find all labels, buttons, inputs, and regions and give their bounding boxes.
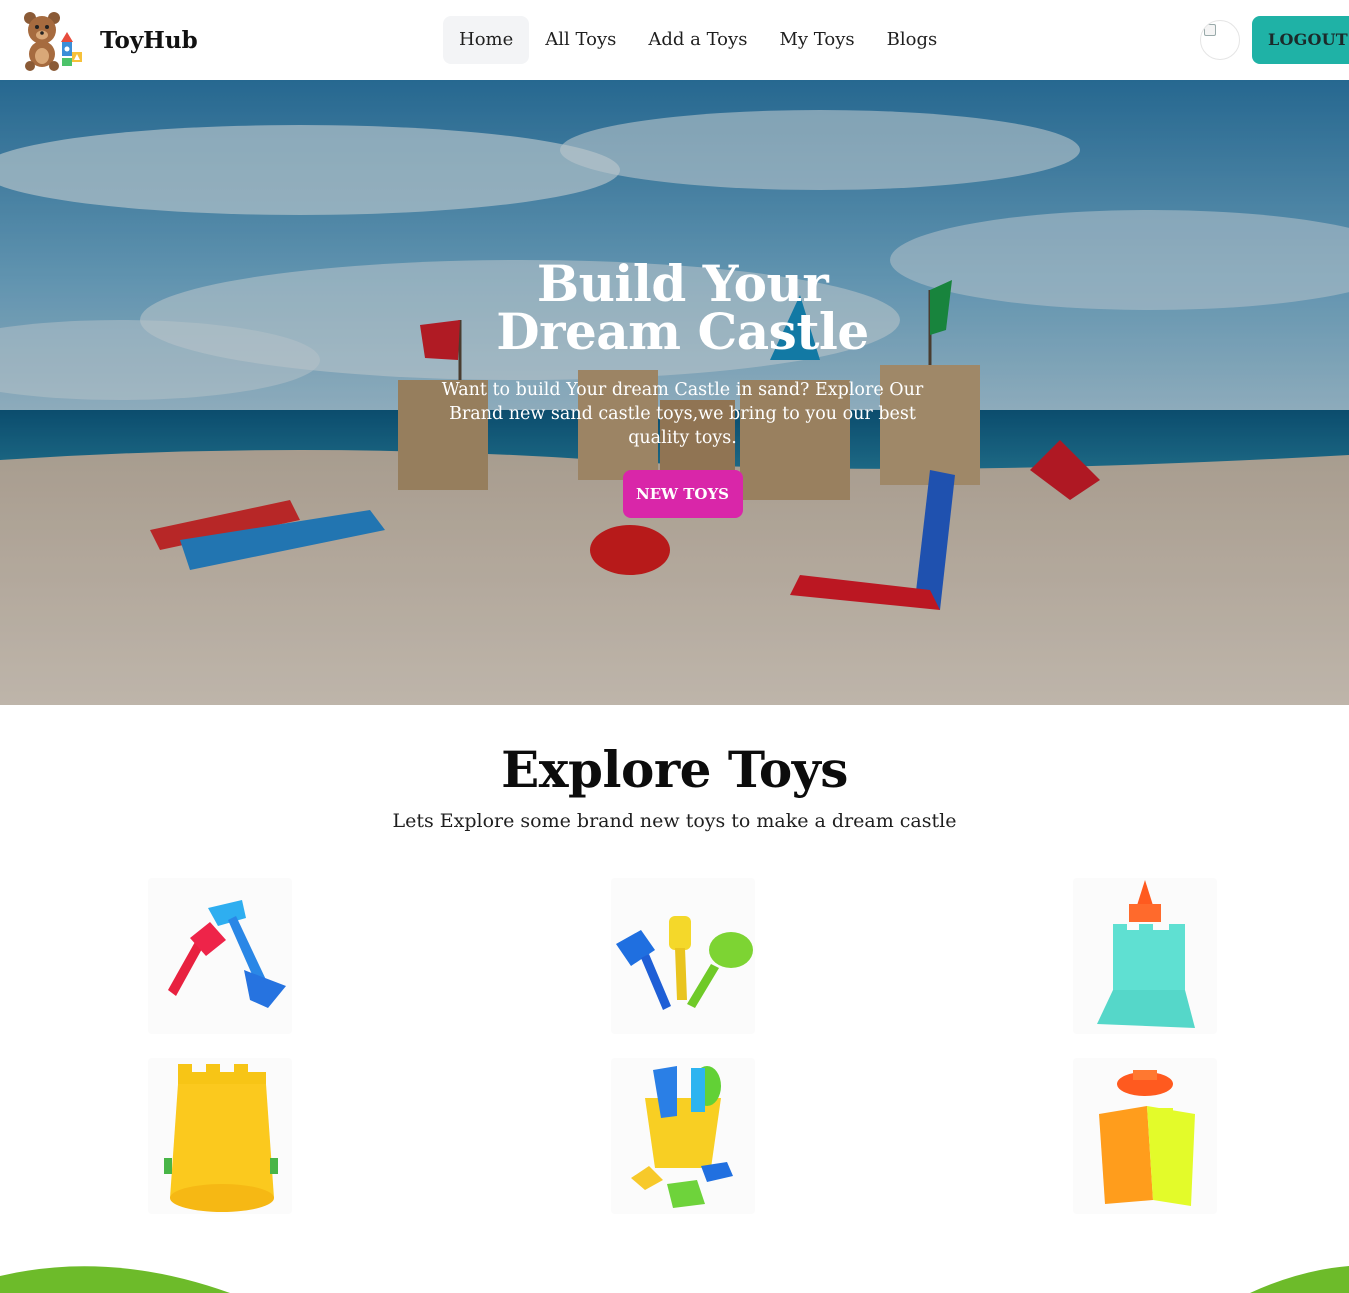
explore-subtitle: Lets Explore some brand new toys to make…: [392, 810, 957, 832]
toy-card[interactable]: [148, 1058, 292, 1214]
navbar: ToyHub Home All Toys Add a Toys My Toys …: [0, 0, 1349, 80]
toy-card[interactable]: [1073, 878, 1217, 1034]
new-toys-button[interactable]: NEW TOYS: [622, 470, 743, 518]
nav-item-blogs[interactable]: Blogs: [871, 16, 954, 64]
brand-name: ToyHub: [100, 26, 198, 54]
tower-mold-orange-icon: [1099, 1070, 1195, 1206]
yellow-castle-bucket-icon: [164, 1064, 278, 1212]
bucket-mold-set-icon: [631, 1066, 733, 1208]
green-hill-decoration: [0, 1266, 230, 1293]
brand[interactable]: ToyHub: [20, 8, 198, 72]
castle-mold-teal-icon: [1097, 880, 1195, 1028]
main-nav: Home All Toys Add a Toys My Toys Blogs: [443, 16, 953, 64]
green-hill-decoration: [1250, 1266, 1349, 1293]
toy-card[interactable]: [611, 878, 755, 1034]
nav-item-add-a-toys[interactable]: Add a Toys: [632, 16, 763, 64]
hero-title: Build Your Dream Castle: [496, 254, 869, 361]
three-spades-set-icon: [616, 916, 753, 1010]
toy-card[interactable]: [611, 1058, 755, 1214]
toy-card[interactable]: [1073, 1058, 1217, 1214]
shovel-rake-set-icon: [168, 900, 286, 1008]
user-avatar[interactable]: [1200, 20, 1240, 60]
toy-card[interactable]: [148, 878, 292, 1034]
logout-button[interactable]: LOGOUT: [1252, 16, 1349, 64]
hero-content: Build Your Dream Castle Want to build Yo…: [440, 254, 925, 518]
teddy-bear-logo-icon: [24, 12, 82, 71]
nav-item-all-toys[interactable]: All Toys: [529, 16, 632, 64]
hero-banner: Build Your Dream Castle Want to build Yo…: [0, 80, 1349, 705]
hero-description: Want to build Your dream Castle in sand?…: [441, 380, 924, 448]
nav-item-my-toys[interactable]: My Toys: [763, 16, 870, 64]
broken-image-icon: [1204, 24, 1216, 36]
nav-item-home[interactable]: Home: [443, 16, 530, 64]
explore-title: Explore Toys: [501, 740, 848, 799]
